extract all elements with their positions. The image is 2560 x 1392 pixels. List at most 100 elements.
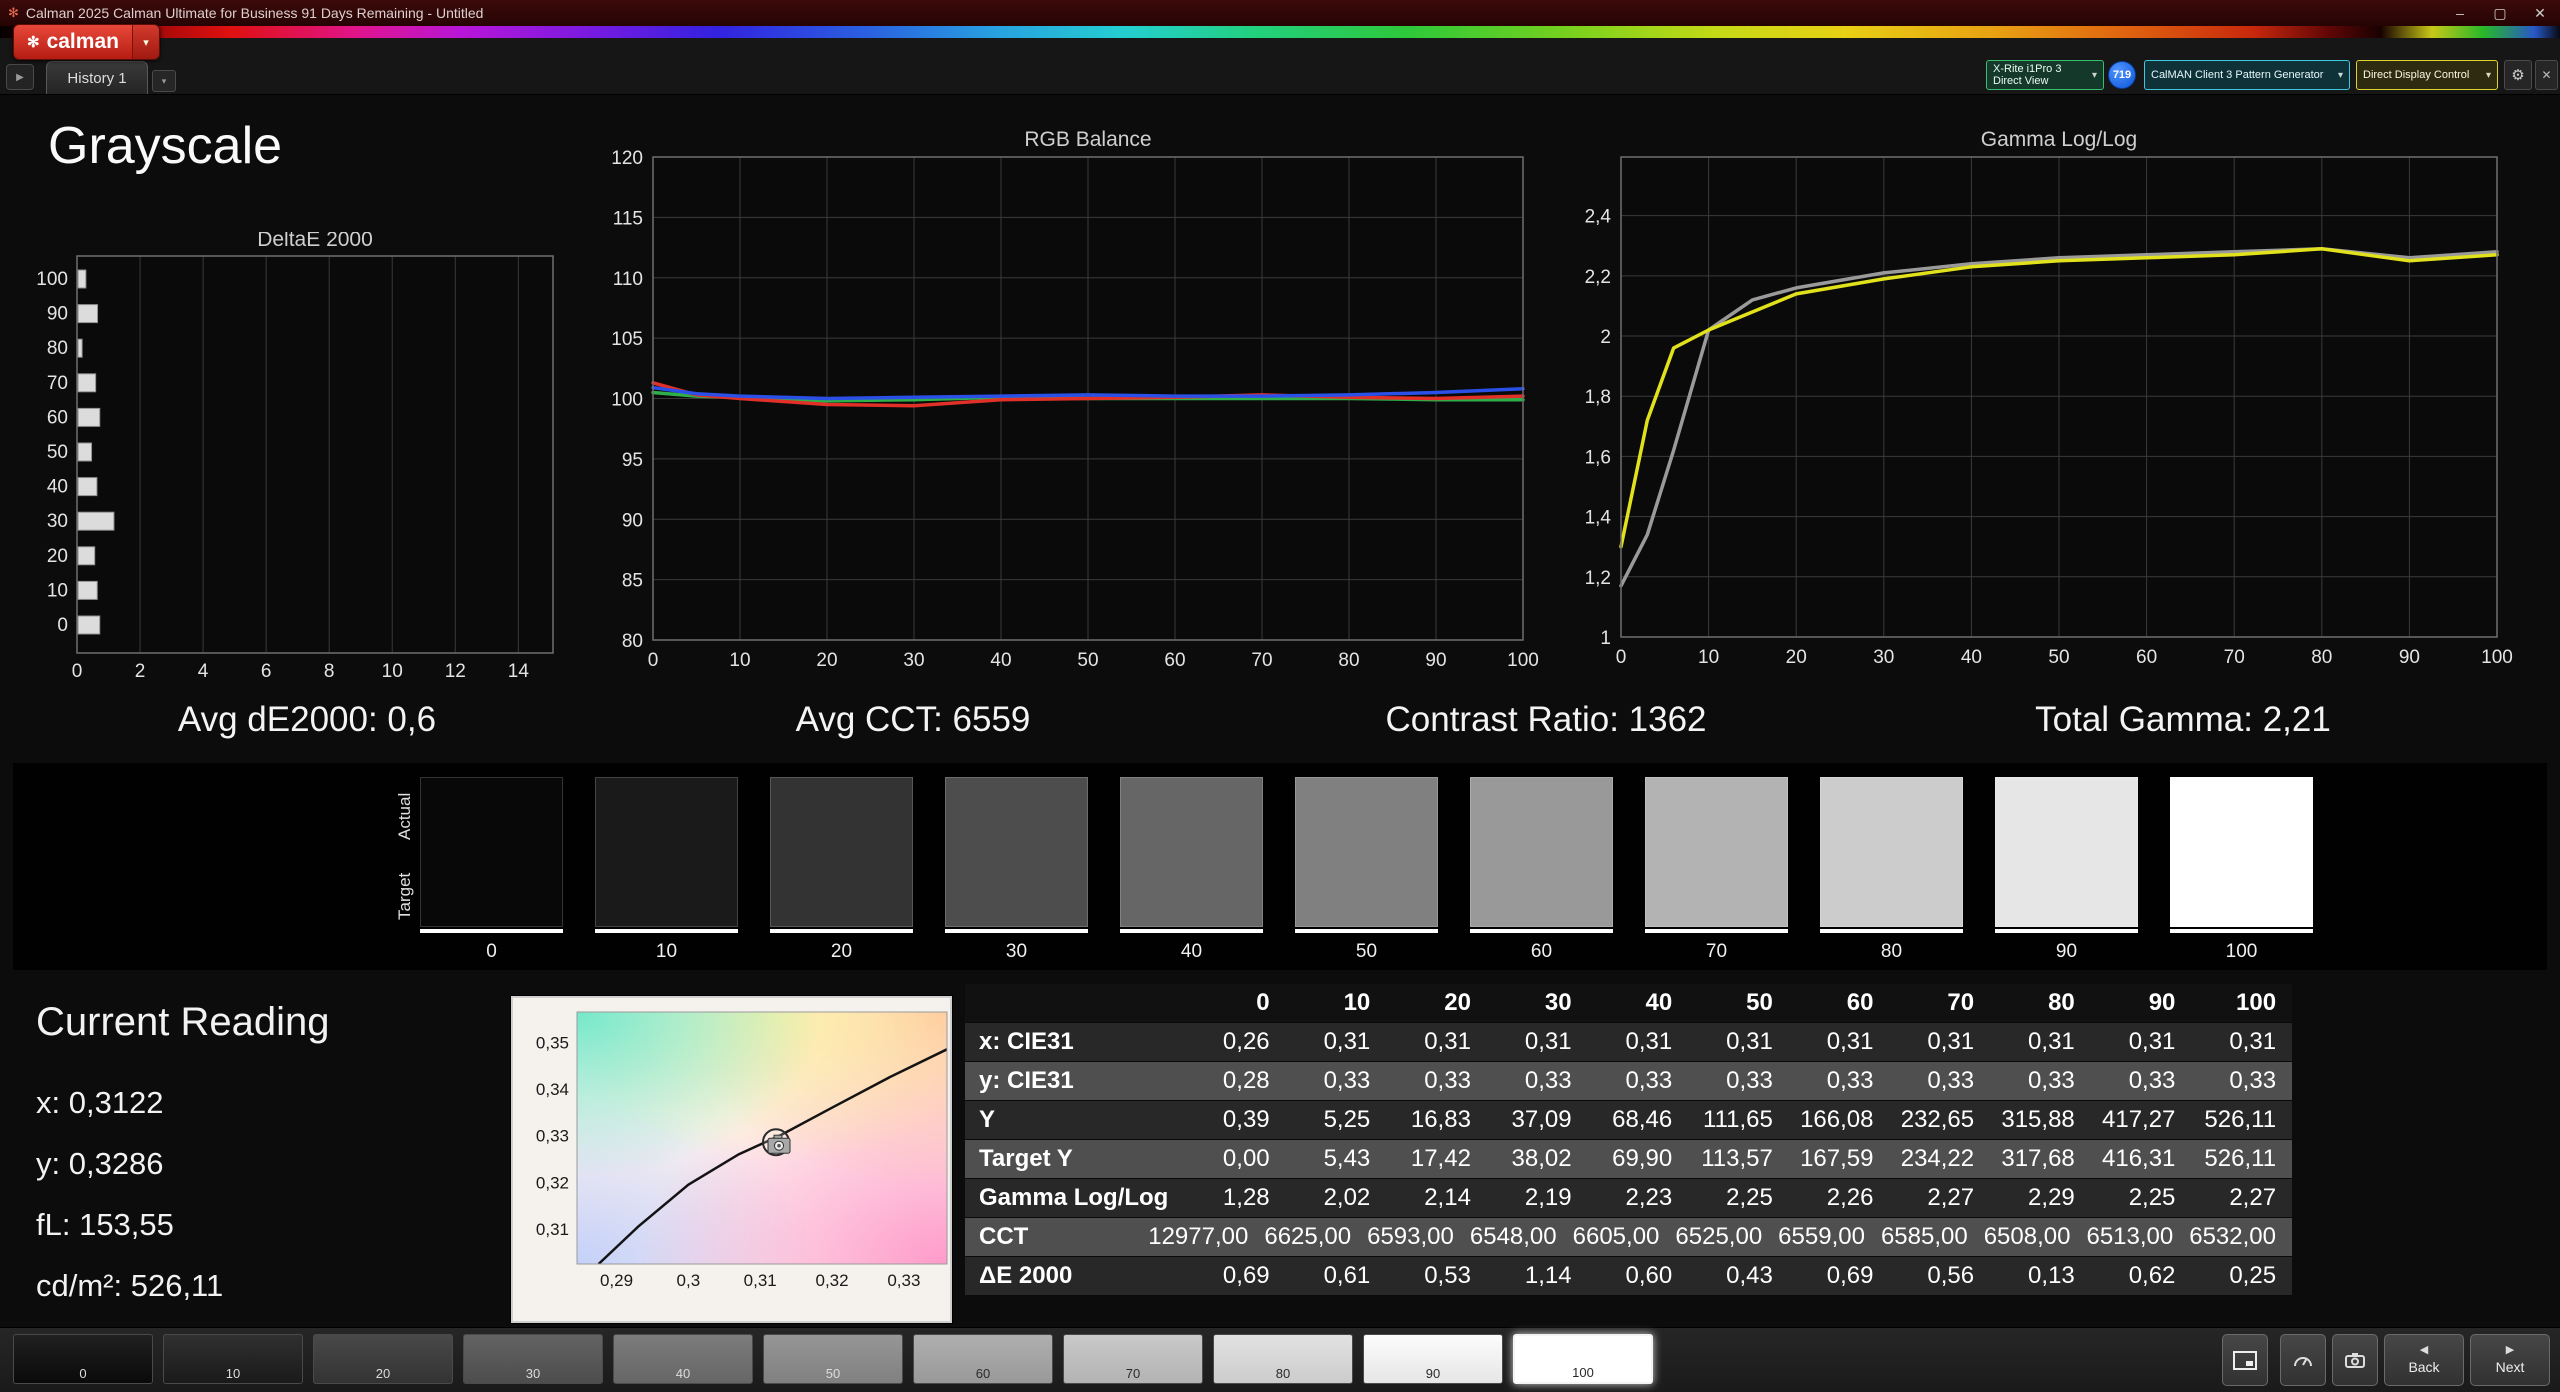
camera-icon — [2345, 1352, 2365, 1369]
svg-text:90: 90 — [1425, 650, 1446, 671]
session-close-button[interactable]: ✕ — [2535, 60, 2558, 90]
workflow-play-button[interactable]: ▶ — [6, 64, 34, 90]
pattern-tile-label: 80 — [1214, 1366, 1352, 1381]
display-control-button[interactable]: Direct Display Control ▾ — [2356, 60, 2498, 90]
swatch-level-label: 50 — [1295, 941, 1438, 963]
pattern-window-button[interactable] — [2222, 1334, 2268, 1386]
pattern-tile-label: 90 — [1364, 1366, 1502, 1381]
pattern-tile-80[interactable]: 80 — [1213, 1334, 1353, 1384]
back-button[interactable]: ◀ Back — [2384, 1334, 2464, 1386]
pattern-tile-60[interactable]: 60 — [913, 1334, 1053, 1384]
svg-text:80: 80 — [2311, 647, 2332, 668]
spectrum-strip — [0, 26, 2560, 38]
svg-text:2: 2 — [135, 661, 146, 682]
svg-text:110: 110 — [613, 269, 643, 290]
reading-x: x: 0,3122 — [36, 1072, 223, 1133]
pattern-tile-70[interactable]: 70 — [1063, 1334, 1203, 1384]
title-bar: ✻ Calman 2025 Calman Ultimate for Busine… — [0, 0, 2560, 26]
svg-text:30: 30 — [47, 511, 68, 532]
nav-button-group: ◀ Back ▶ Next — [2280, 1334, 2550, 1386]
svg-text:60: 60 — [47, 407, 68, 428]
meter-read-button[interactable] — [2280, 1334, 2326, 1386]
svg-text:60: 60 — [2136, 647, 2157, 668]
current-reading-title: Current Reading — [36, 1000, 330, 1045]
pattern-tile-20[interactable]: 20 — [313, 1334, 453, 1384]
svg-text:10: 10 — [729, 650, 750, 671]
swatch-level-label: 60 — [1470, 941, 1613, 963]
table-row: y: CIE310,280,330,330,330,330,330,330,33… — [965, 1062, 2292, 1101]
svg-text:70: 70 — [47, 373, 68, 394]
pattern-tiles: 0 1020 30 40 50 60 70 80 90 100 — [13, 1334, 1653, 1384]
svg-text:40: 40 — [990, 650, 1011, 671]
chevron-down-icon: ▾ — [2486, 70, 2491, 81]
table-row: Target Y0,005,4317,4238,0269,90113,57167… — [965, 1140, 2292, 1179]
svg-text:80: 80 — [1338, 650, 1359, 671]
pattern-tile-0[interactable]: 0 — [13, 1334, 153, 1384]
svg-text:0,3: 0,3 — [677, 1271, 701, 1290]
grayscale-swatch: 50 — [1295, 777, 1438, 963]
app-window: ✻ Calman 2025 Calman Ultimate for Busine… — [0, 0, 2560, 1392]
close-button[interactable]: ✕ — [2520, 0, 2560, 26]
pattern-source-button[interactable]: CalMAN Client 3 Pattern Generator ▾ — [2144, 60, 2350, 90]
svg-text:1,2: 1,2 — [1585, 568, 1611, 589]
svg-text:50: 50 — [47, 442, 68, 463]
swatch-level-label: 30 — [945, 941, 1088, 963]
grayscale-swatch: 70 — [1645, 777, 1788, 963]
pattern-tile-label: 30 — [464, 1366, 602, 1381]
next-button-label: Next — [2496, 1359, 2525, 1375]
pattern-tile-label: 100 — [1515, 1365, 1651, 1380]
svg-text:0,33: 0,33 — [887, 1271, 920, 1290]
grayscale-table: 0102030405060708090100x: CIE310,260,310,… — [965, 984, 2292, 1296]
pattern-tile-100[interactable]: 100 — [1513, 1334, 1653, 1384]
maximize-button[interactable]: ▢ — [2480, 0, 2520, 26]
next-button[interactable]: ▶ Next — [2470, 1334, 2550, 1386]
cie-chromaticity-panel: 0,350,340,330,320,310,290,30,310,320,33 — [511, 996, 952, 1323]
calman-menu-button[interactable]: ✻ calman ▾ — [13, 24, 160, 60]
current-reading-values: x: 0,3122 y: 0,3286 fL: 153,55 cd/m²: 52… — [36, 1072, 223, 1316]
svg-text:Gamma Log/Log: Gamma Log/Log — [1981, 130, 2137, 151]
swatch-level-label: 70 — [1645, 941, 1788, 963]
table-row: CCT12977,006625,006593,006548,006605,006… — [965, 1218, 2292, 1257]
calman-menu-chevron-icon[interactable]: ▾ — [132, 25, 159, 59]
svg-text:50: 50 — [2048, 647, 2069, 668]
grayscale-swatch: 40 — [1120, 777, 1263, 963]
pattern-tile-90[interactable]: 90 — [1363, 1334, 1503, 1384]
pattern-tile-50[interactable]: 50 — [763, 1334, 903, 1384]
reading-cdm2: cd/m²: 526,11 — [36, 1255, 223, 1316]
pattern-tile-30[interactable]: 30 — [463, 1334, 603, 1384]
swatch-level-label: 80 — [1820, 941, 1963, 963]
svg-text:90: 90 — [47, 304, 68, 325]
chevron-down-icon: ▾ — [2092, 70, 2097, 81]
svg-text:0,35: 0,35 — [536, 1033, 569, 1052]
swatch-level-label: 20 — [770, 941, 913, 963]
meter-count-badge[interactable]: 719 — [2108, 61, 2136, 89]
gauge-icon — [2293, 1352, 2313, 1368]
cie-plot-overlay: 0,350,340,330,320,310,290,30,310,320,33 — [513, 998, 954, 1325]
pattern-tile-10[interactable]: 10 — [163, 1334, 303, 1384]
svg-text:RGB Balance: RGB Balance — [1024, 130, 1151, 151]
pattern-tile-label: 40 — [614, 1366, 752, 1381]
svg-text:85: 85 — [622, 571, 643, 592]
tab-history-1[interactable]: History 1 — [46, 61, 148, 94]
settings-button[interactable]: ⚙ — [2504, 60, 2532, 90]
svg-text:115: 115 — [613, 208, 643, 229]
pattern-tile-40[interactable]: 40 — [613, 1334, 753, 1384]
svg-text:0,34: 0,34 — [536, 1080, 569, 1099]
pattern-tile-label: 0 — [14, 1366, 152, 1381]
pattern-window-icon — [2233, 1351, 2257, 1370]
capture-button[interactable] — [2332, 1334, 2378, 1386]
tab-dropdown-button[interactable]: ▾ — [152, 70, 176, 92]
minimize-button[interactable]: – — [2440, 0, 2480, 26]
grayscale-swatch: 60 — [1470, 777, 1613, 963]
meter-select-button[interactable]: X-Rite i1Pro 3 Direct View ▾ — [1986, 60, 2104, 90]
grayscale-swatch: 100 — [2170, 777, 2313, 963]
svg-text:20: 20 — [1786, 647, 1807, 668]
bottom-bar: 0 1020 30 40 50 60 70 80 90 100 — [0, 1327, 2560, 1392]
svg-text:10: 10 — [47, 580, 68, 601]
next-arrow-icon: ▶ — [2506, 1345, 2514, 1356]
pattern-tile-label: 60 — [914, 1366, 1052, 1381]
svg-text:1,8: 1,8 — [1585, 387, 1611, 408]
total-gamma-stat: Total Gamma: 2,21 — [2035, 700, 2331, 740]
reading-y: y: 0,3286 — [36, 1133, 223, 1194]
calman-flower-icon: ✻ — [8, 5, 19, 21]
